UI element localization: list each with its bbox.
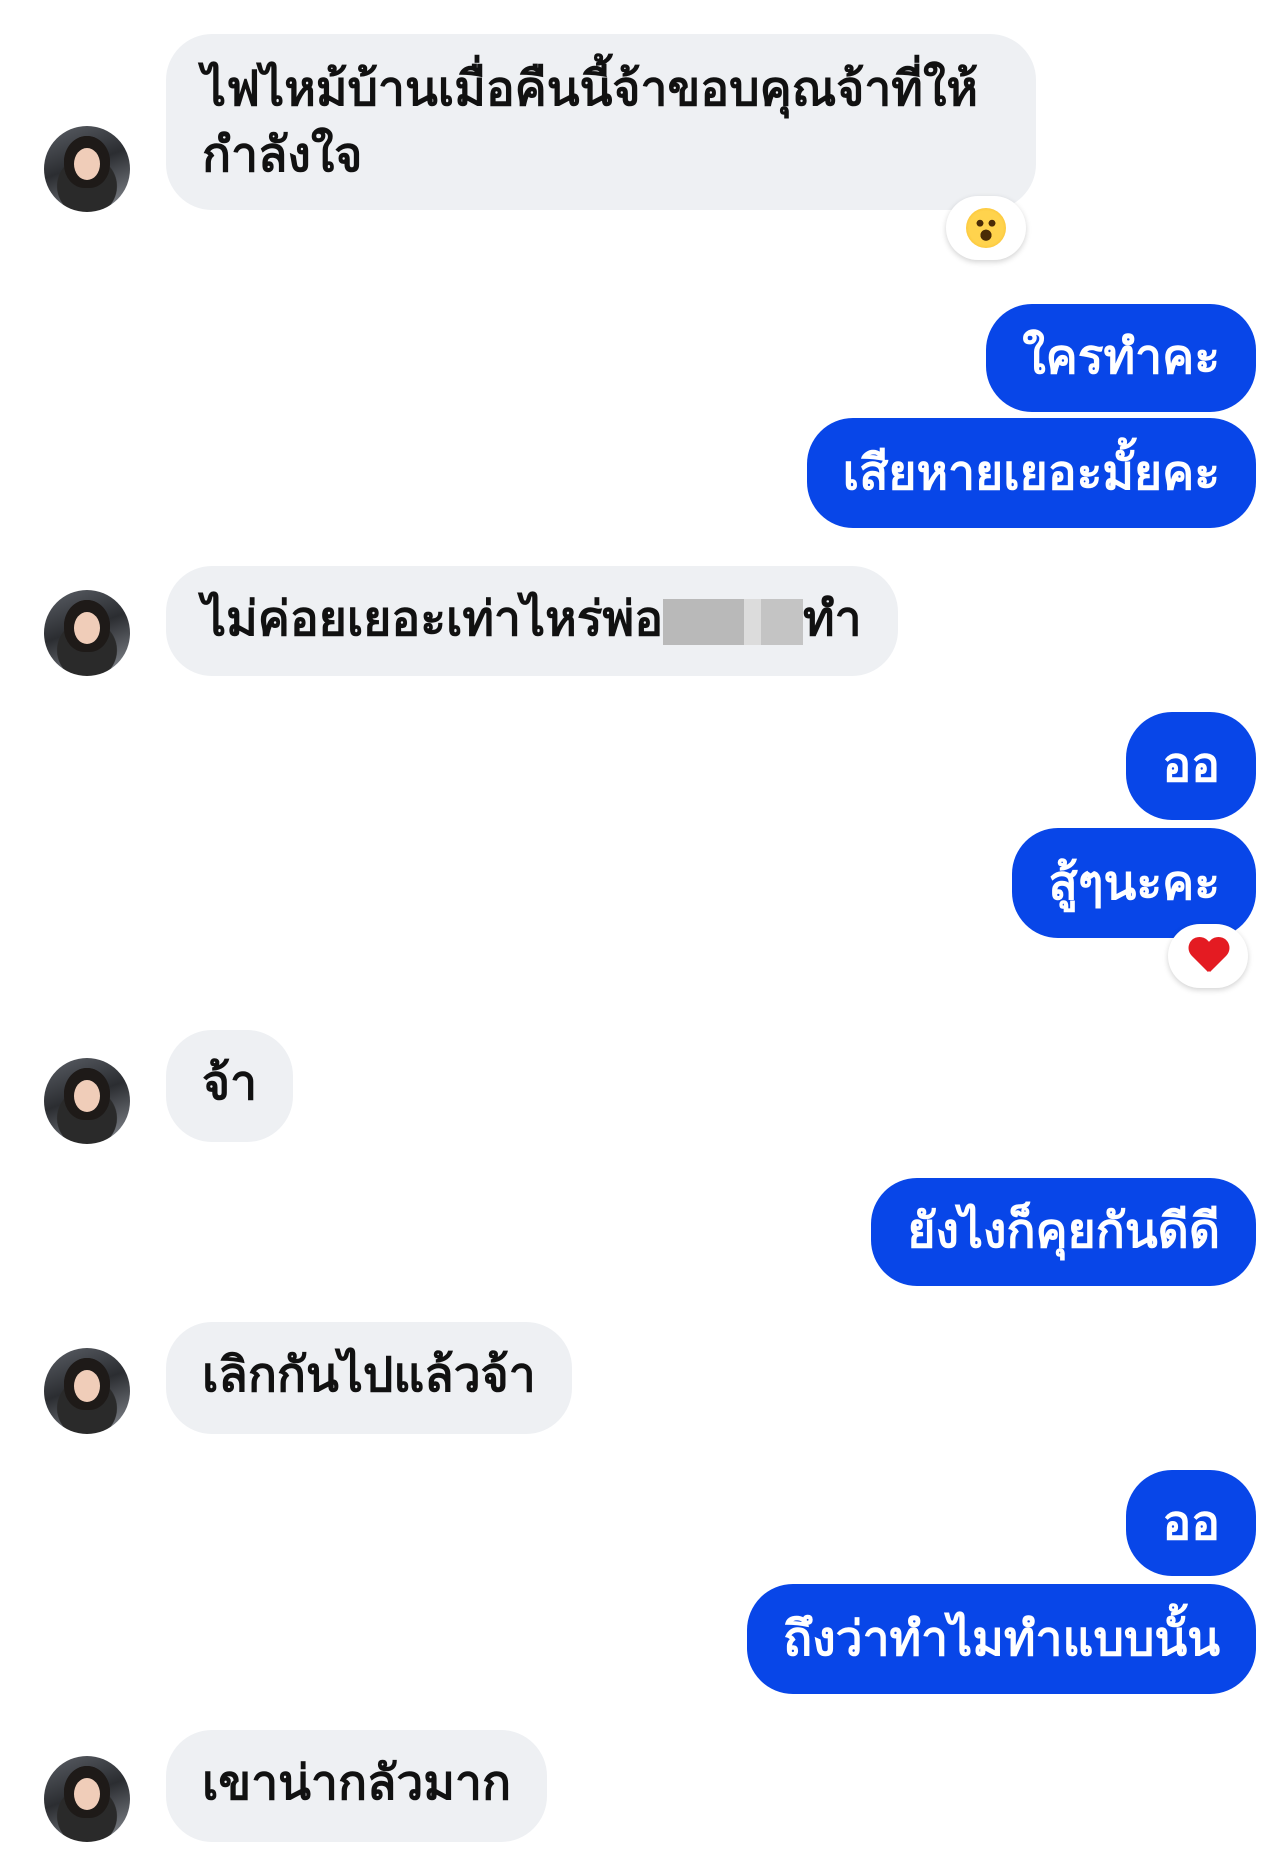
message-text: สู้ๆนะคะ: [1048, 855, 1220, 911]
message-text: จ้า: [202, 1055, 258, 1111]
message-incoming[interactable]: ไฟไหม้บ้านเมื่อคืนนี้จ้าขอบคุณจ้าที่ให้ก…: [166, 34, 1036, 210]
message-text: เลิกกันไปแล้วจ้า: [202, 1347, 536, 1403]
message-reaction[interactable]: [1168, 924, 1248, 988]
message-incoming[interactable]: ไม่ค่อยเยอะเท่าไหร่พ่อ ทำ: [166, 566, 898, 676]
message-text: ออ: [1162, 737, 1220, 793]
message-incoming[interactable]: จ้า: [166, 1030, 294, 1142]
message-text: ยังไงก็คุยกันดีดี: [907, 1203, 1220, 1259]
contact-avatar[interactable]: [44, 590, 130, 676]
message-text: เขาน่ากลัวมาก: [202, 1755, 512, 1811]
message-text: ทำ: [803, 591, 862, 647]
message-outgoing[interactable]: ใครทำคะ: [986, 304, 1256, 412]
message-outgoing[interactable]: ถึงว่าทำไมทำแบบนั้น: [747, 1584, 1256, 1694]
message-text: ไม่ค่อยเยอะเท่าไหร่พ่อ: [202, 591, 664, 647]
contact-avatar[interactable]: [44, 1058, 130, 1144]
message-outgoing[interactable]: เสียหายเยอะมั้ยคะ: [806, 418, 1256, 528]
message-text: ถึงว่าทำไมทำแบบนั้น: [783, 1611, 1220, 1667]
message-text: ไฟไหม้บ้านเมื่อคืนนี้จ้าขอบคุณจ้าที่ให้ก…: [202, 61, 979, 183]
wow-icon: [966, 208, 1006, 248]
message-incoming[interactable]: เขาน่ากลัวมาก: [166, 1730, 548, 1842]
message-reaction[interactable]: [946, 196, 1026, 260]
message-incoming[interactable]: เลิกกันไปแล้วจ้า: [166, 1322, 572, 1434]
contact-avatar[interactable]: [44, 1348, 130, 1434]
redacted-name: [663, 599, 804, 645]
heart-icon: [1188, 938, 1228, 974]
message-outgoing[interactable]: สู้ๆนะคะ: [1012, 828, 1256, 938]
message-text: ใครทำคะ: [1022, 329, 1220, 385]
contact-avatar[interactable]: [44, 126, 130, 212]
message-outgoing[interactable]: ออ: [1126, 1470, 1256, 1576]
message-text: เสียหายเยอะมั้ยคะ: [842, 445, 1220, 501]
conversation-thread: ไฟไหม้บ้านเมื่อคืนนี้จ้าขอบคุณจ้าที่ให้ก…: [0, 0, 1280, 1854]
message-outgoing[interactable]: ยังไงก็คุยกันดีดี: [871, 1178, 1256, 1286]
contact-avatar[interactable]: [44, 1756, 130, 1842]
message-text: ออ: [1162, 1495, 1220, 1551]
message-outgoing[interactable]: ออ: [1126, 712, 1256, 820]
